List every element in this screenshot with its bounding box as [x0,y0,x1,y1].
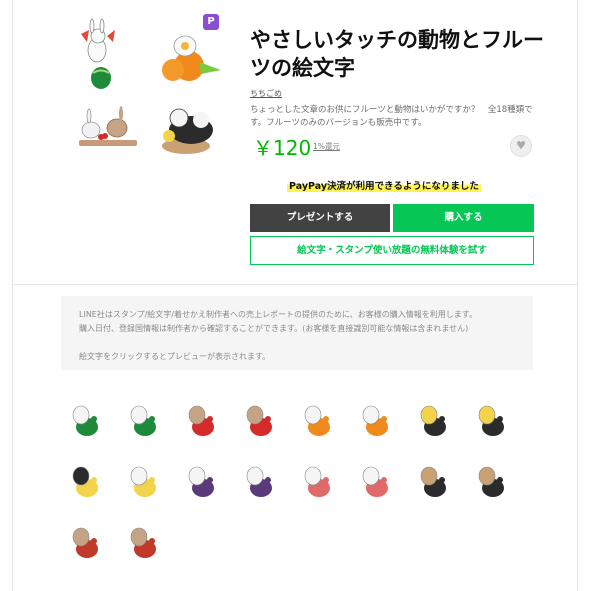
emoji-image [362,405,388,436]
emoji-item-cows-grapes[interactable] [235,458,281,504]
product-title: やさしいタッチの動物とフルーツの絵文字 [250,28,544,80]
product-header: P やさしいタッチの動物とフルーツの絵文字 ちちごめ ちょっとした文章のお供にフ… [13,0,577,284]
emoji-image [420,405,446,436]
emoji-item-rabbit-watermelon-small[interactable] [119,397,165,443]
emoji-image [246,466,272,497]
emoji-image [362,466,388,497]
gift-button[interactable]: プレゼントする [250,204,390,232]
emoji-item-cow-grapes[interactable] [177,458,223,504]
emoji-image [478,405,504,436]
emoji-item-animals-cherries-small[interactable] [235,397,281,443]
emoji-item-chick-orange-small[interactable] [351,397,397,443]
panda-basket-art [162,108,213,154]
emoji-item-squirrel-cherries-small[interactable] [119,519,165,565]
emoji-item-panda-basket[interactable] [409,397,455,443]
notice-line-1: LINE社はスタンプ/絵文字/着せかえ制作者への売上レポートの提供のために、お客… [79,310,477,319]
emoji-item-rabbit-strawberry[interactable] [351,458,397,504]
emoji-item-panda-sleeping[interactable] [467,458,513,504]
page-frame: P やさしいタッチの動物とフルーツの絵文字 ちちごめ ちょっとした文章のお供にフ… [12,0,578,591]
emoji-image [304,405,330,436]
emoji-image [72,466,98,497]
product-price: ￥120 [253,136,312,160]
main-sticker-image [79,18,221,154]
points-link[interactable]: 1%還元 [313,141,340,152]
emoji-image [246,405,272,436]
rabbit-watermelon-art [81,18,115,89]
emoji-item-animals-cherries[interactable] [177,397,223,443]
premium-badge: P [203,14,219,30]
rabbits-cherries-art [79,106,137,146]
emoji-item-panda-banana[interactable] [467,397,513,443]
heart-icon: ♥ [516,139,526,152]
emoji-item-chick-lemon[interactable] [119,458,165,504]
emoji-image [478,466,504,497]
section-divider [13,284,577,285]
notice-line-2: 購入日付、登録国情報は制作者から確認することができます。(お客様を直接識別可能な… [79,324,469,333]
emoji-item-squirrel-cherries[interactable] [61,519,107,565]
emoji-image [130,466,156,497]
emoji-image [130,405,156,436]
emoji-image [304,466,330,497]
emoji-image [72,405,98,436]
paypay-notice: PayPay決済が利用できるようになりました [287,178,481,192]
emoji-item-rabbit-watermelon[interactable] [61,397,107,443]
product-description: ちょっとした文章のお供にフルーツと動物はいかがですか？ 全18種類です。フルーツ… [250,105,533,128]
emoji-item-panda-pear[interactable] [409,458,455,504]
chick-orange-art [162,35,221,81]
notice-line-3: 絵文字をクリックするとプレビューが表示されます。 [79,352,271,361]
emoji-item-rabbits-strawberries[interactable] [293,458,339,504]
emoji-image [72,527,98,558]
emoji-item-penguin-lemon[interactable] [61,458,107,504]
purchase-info-notice: LINE社はスタンプ/絵文字/着せかえ制作者への売上レポートの提供のために、お客… [61,296,533,370]
emoji-image [130,527,156,558]
emoji-image [188,466,214,497]
buy-button[interactable]: 購入する [393,204,534,232]
emoji-item-chick-orange[interactable] [293,397,339,443]
wishlist-heart-button[interactable]: ♥ [510,135,532,157]
emoji-image [420,466,446,497]
author-link[interactable]: ちちごめ [250,88,282,99]
emoji-image [188,405,214,436]
free-trial-button[interactable]: 絵文字・スタンプ使い放題の無料体験を試す [250,236,534,265]
